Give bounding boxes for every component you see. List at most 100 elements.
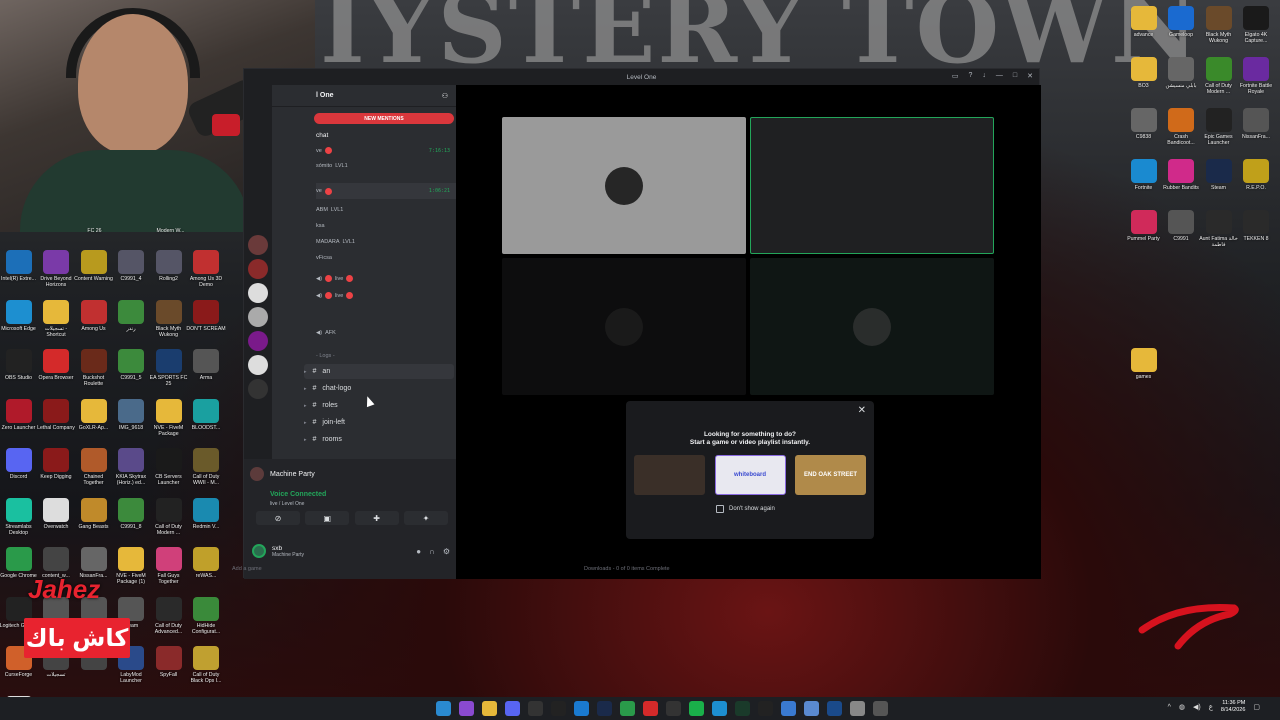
inbox-icon[interactable]: ▭ [952,72,959,80]
desktop-shortcut[interactable]: Gang Beasts [75,497,112,536]
desktop-shortcut[interactable]: C9991_8 [113,497,150,536]
desktop-shortcut[interactable]: CB Servers Launcher [150,448,187,486]
desktop-shortcut[interactable]: Elgato 4K Capture... [1238,6,1275,44]
add-member-icon[interactable]: ⚇ [442,92,448,100]
desktop-shortcut[interactable]: SpyFall [150,646,187,684]
video-tile-speaking[interactable] [750,117,994,254]
channel-rooms[interactable]: ▸ # rooms [304,432,454,447]
desktop-shortcut[interactable]: Arma [188,349,225,387]
help-icon[interactable]: ? [968,72,972,80]
opera-icon[interactable] [643,701,658,716]
server-icon[interactable] [248,259,268,279]
terminal-icon[interactable] [735,701,750,716]
desktop-shortcut[interactable]: Content Warning [74,250,113,288]
desktop-shortcut[interactable]: Among Us 3D Demo [188,250,225,288]
gallery-icon[interactable] [781,701,796,716]
desktop-shortcut[interactable]: Redmin V... [188,497,225,536]
dont-show-checkbox[interactable] [716,505,724,513]
desktop-shortcut[interactable]: C9991_4 [113,250,150,288]
desktop-shortcut[interactable]: HidHide Configurat... [188,596,225,635]
desktop-shortcut[interactable]: Lethal Company [37,398,75,437]
desktop-shortcut[interactable]: Black Myth Wukong [150,299,187,338]
network-icon[interactable]: ◍ [1179,703,1185,711]
afk-channel[interactable]: ◀) AFK [316,330,336,336]
channel-join-left[interactable]: ▸ # join-left [304,415,454,430]
desktop-shortcut[interactable]: Among Us [75,299,112,338]
windows-icon[interactable] [436,701,451,716]
server-icon[interactable] [248,331,268,351]
capcut-icon[interactable] [758,701,773,716]
desktop-shortcut[interactable]: Gameloop [1163,6,1200,44]
obs-icon[interactable] [551,701,566,716]
desktop-shortcut[interactable]: Fortnite [1125,159,1162,197]
desktop-shortcut[interactable]: reWAS... [188,547,225,585]
close-icon[interactable]: ✕ [858,405,866,416]
stream-row[interactable]: ve 1:06:21 [316,183,456,199]
volume-icon[interactable]: ◀) [1193,703,1201,711]
desktop-shortcut[interactable]: Buckshot Roulette [75,349,112,387]
server-icon[interactable] [248,235,268,255]
voice-channel-live[interactable]: ◀) live [316,292,354,299]
desktop-shortcut[interactable]: Call of Duty WWII - M... [188,448,225,486]
logs-category[interactable]: - Logs - [316,353,335,359]
stream-row[interactable]: ve 7:16:13 [316,147,456,154]
activity-card[interactable]: Machine Party [250,463,450,485]
spotify-icon[interactable] [689,701,704,716]
copilot-icon[interactable] [459,701,474,716]
voice-member[interactable]: vFicsa [316,255,332,261]
channel-roles[interactable]: ▸ # roles [304,398,454,413]
steam-icon[interactable] [597,701,612,716]
epic-icon[interactable] [666,701,681,716]
chrome-icon[interactable] [620,701,635,716]
activities-button[interactable]: ✚ [354,511,399,525]
desktop-shortcut[interactable]: Call of Duty Modern ... [1200,57,1237,95]
voice-member[interactable]: ABM LVL1 [316,207,343,213]
settings-icon[interactable] [850,701,865,716]
desktop-shortcut[interactable]: Keep Digging [38,448,75,486]
desktop-shortcut[interactable]: Drive Beyond Horizons [38,250,75,288]
desktop-shortcut[interactable]: advance [1125,6,1162,44]
extra-icon[interactable] [873,701,888,716]
headphones-icon[interactable]: ∩ [429,547,435,556]
desktop-shortcut[interactable]: NVE - FiveM Package [150,398,187,437]
channel-chat-logo[interactable]: ▸ # chat-logo [304,381,454,396]
discord-window[interactable]: Level One ▭ ? ↓ — □ ✕ l One ⚇ NEW MENTIO… [243,68,1041,579]
desktop-shortcut[interactable]: TEKKEN 8 [1238,210,1275,248]
photoshop-icon[interactable] [827,701,842,716]
desktop-shortcut[interactable]: Rolling2 [150,250,187,288]
download-icon[interactable]: ↓ [982,72,986,80]
desktop-shortcut[interactable]: NissanFra... [1238,108,1275,146]
desktop-shortcut[interactable]: C9991_5 [113,349,150,387]
desktop-shortcut[interactable]: C9838 [1125,108,1162,146]
server-icon[interactable] [248,355,268,375]
desktop-shortcut[interactable]: Fall Guys Together [150,547,187,585]
discord-icon[interactable] [505,701,520,716]
desktop-shortcut[interactable]: Steam [1200,159,1237,197]
chevron-up-icon[interactable]: ^ [1168,704,1171,711]
desktop-shortcut[interactable]: games [1125,348,1162,386]
clock[interactable]: 11:36 PM 8/14/2026 [1221,700,1245,714]
desktop-shortcut[interactable]: Crash Bandicoot... [1163,108,1200,146]
desktop-shortcut[interactable]: Epic Games Launcher [1200,108,1237,146]
desktop-shortcut[interactable]: KKIA Skytrax (Horiz.) ed... [113,448,150,486]
desktop-shortcut[interactable]: Streamlabs Desktop [0,497,37,536]
desktop-shortcut[interactable]: Aunt Fatima خالة فاطمة [1199,210,1238,248]
desktop-shortcut[interactable]: Call of Duty Modern ... [150,497,187,536]
voice-member[interactable]: MADARA LVL1 [316,239,355,245]
server-icon[interactable] [248,283,268,303]
desktop-shortcut[interactable]: EA SPORTS FC 25 [150,349,187,387]
desktop-shortcut[interactable]: Opera Browser [38,349,75,387]
desktop-shortcut[interactable]: Rubber Bandits [1163,159,1200,197]
desktop-shortcut[interactable]: بابلي منسيشن [1163,57,1200,95]
desktop-shortcut[interactable]: Discord [0,448,37,486]
desktop-shortcut[interactable]: رندر [113,299,150,338]
desktop-shortcut[interactable]: Pummel Party [1125,210,1162,248]
language-indicator[interactable]: ع [1209,703,1213,711]
server-icon[interactable] [248,379,268,399]
desktop-shortcut[interactable]: GoXLR-Ap... [75,398,112,437]
notepad-icon[interactable] [804,701,819,716]
desktop-shortcut[interactable]: Fortnite Battle Royale [1238,57,1275,95]
desktop-shortcut[interactable]: NVE - FiveM Package (1) [113,547,150,585]
desktop-shortcut[interactable]: BO3 [1125,57,1162,95]
desktop-shortcut[interactable]: Call of Duty Advanced... [150,596,187,635]
